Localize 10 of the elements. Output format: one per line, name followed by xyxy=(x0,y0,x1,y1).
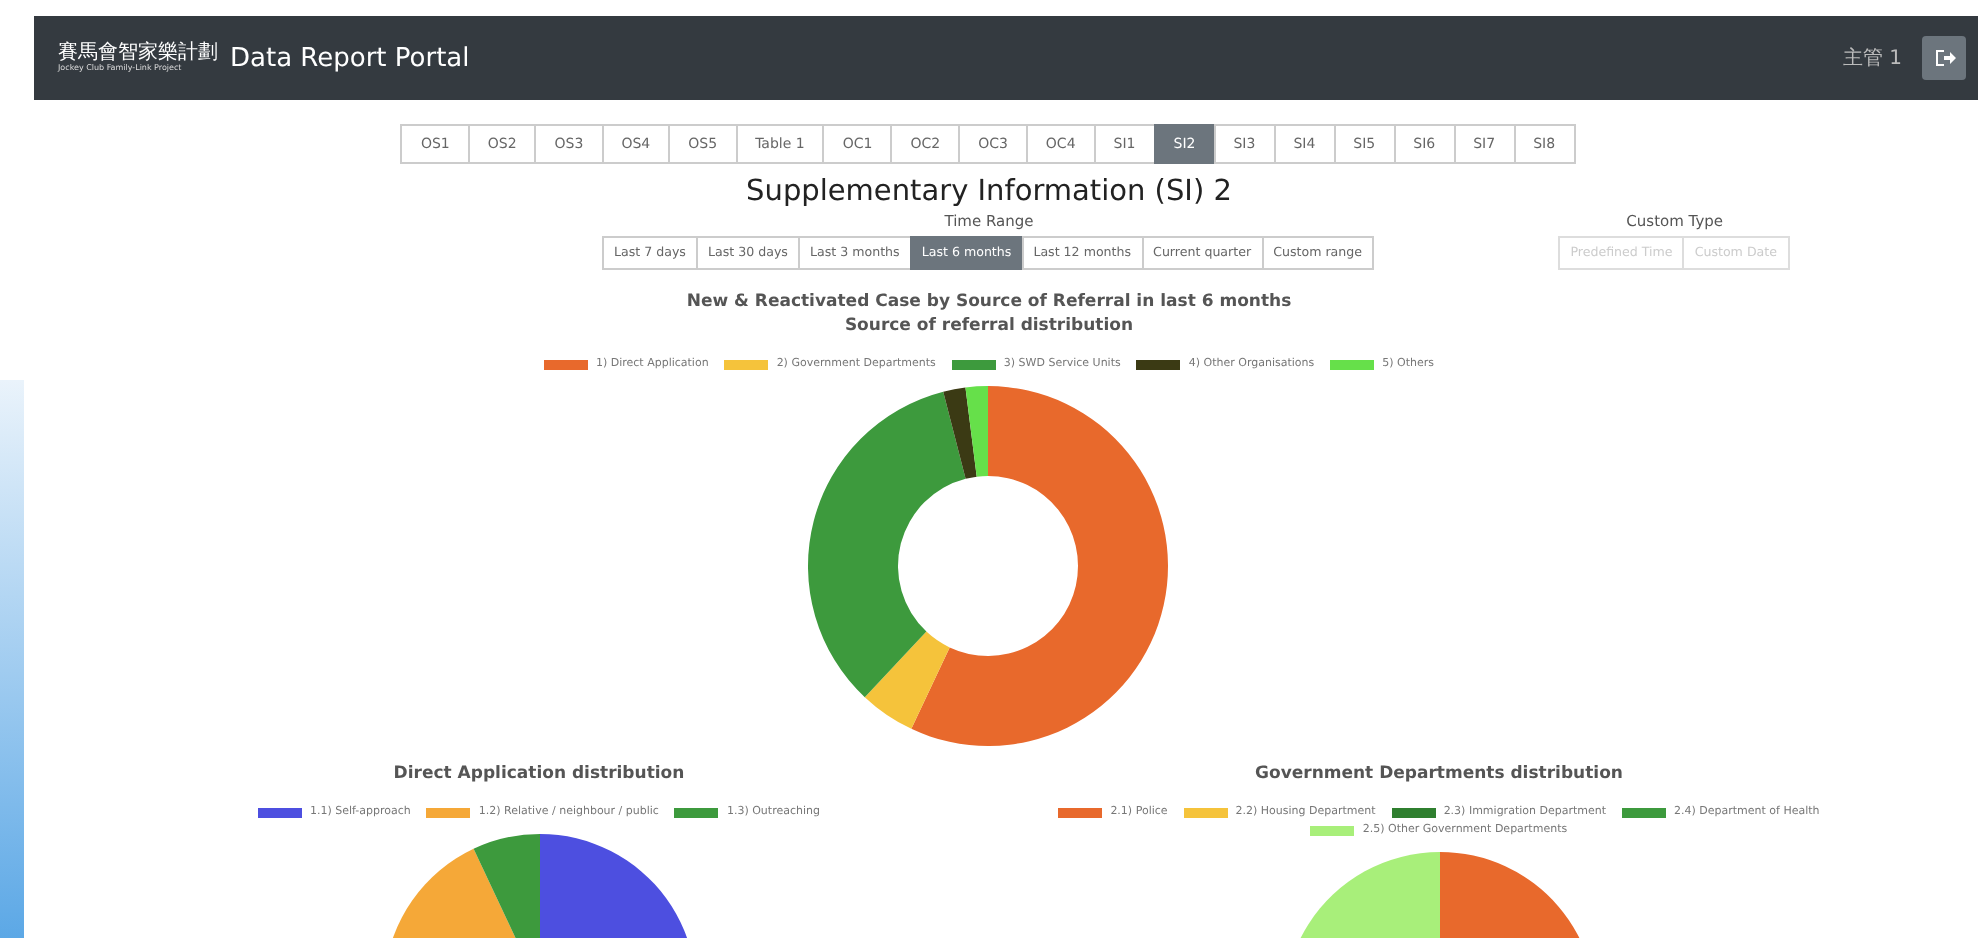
user-name: 主管 1 xyxy=(1842,45,1902,72)
page-title: Supplementary Information (SI) 2 xyxy=(746,176,1232,208)
portal-title: Data Report Portal xyxy=(230,43,470,73)
logout-icon xyxy=(1933,48,1955,68)
chart-title: New & Reactivated Case by Source of Referral in last 6 months xyxy=(686,290,1292,314)
chart-title: Direct Application distribution xyxy=(393,762,685,786)
chart-title: Government Departments distribution xyxy=(1255,762,1623,786)
logo-chinese-text: 賽馬會智家樂計劃 xyxy=(58,44,218,64)
chart-subtitle: Source of referral distribution xyxy=(844,314,1134,338)
logout-button[interactable] xyxy=(1922,36,1966,80)
